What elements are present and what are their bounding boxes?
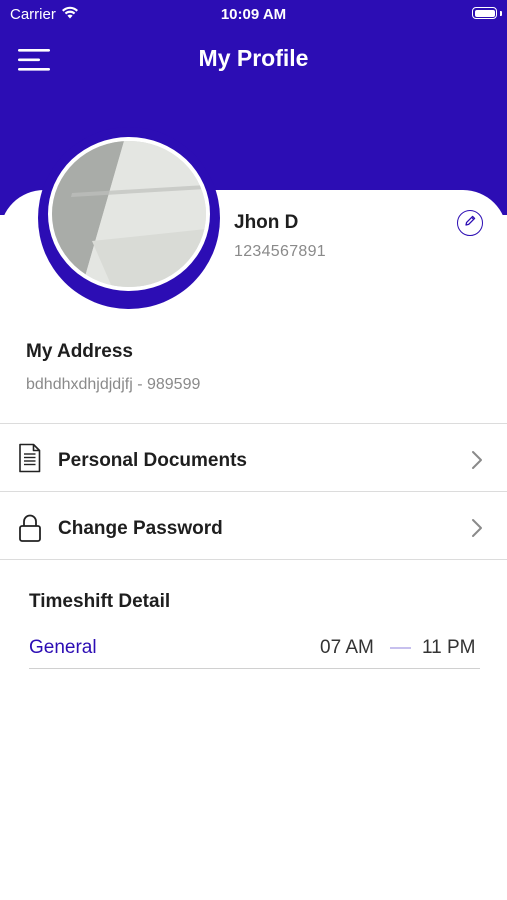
shift-time-separator xyxy=(390,647,411,649)
status-bar: Carrier 10:09 AM xyxy=(0,0,507,30)
user-phone: 1234567891 xyxy=(234,243,326,260)
timeshift-title: Timeshift Detail xyxy=(29,591,171,612)
profile-screen: Carrier 10:09 AM My Profile Jhon D 12345… xyxy=(0,0,507,900)
chevron-right-icon xyxy=(471,518,483,538)
edit-profile-button[interactable] xyxy=(457,210,483,236)
avatar[interactable] xyxy=(48,137,210,291)
personal-documents-label: Personal Documents xyxy=(58,450,247,471)
page-title: My Profile xyxy=(198,45,309,71)
address-title: My Address xyxy=(26,341,133,362)
pencil-icon xyxy=(463,214,477,233)
shift-start-time: 07 AM xyxy=(320,637,374,658)
change-password-row[interactable]: Change Password xyxy=(0,492,507,560)
change-password-label: Change Password xyxy=(58,518,223,539)
battery-icon xyxy=(472,7,497,19)
shift-name: General xyxy=(29,637,97,658)
shift-end-time: 11 PM xyxy=(422,637,476,658)
divider xyxy=(0,559,507,560)
lock-icon xyxy=(18,513,42,543)
battery-cap xyxy=(500,11,502,16)
shift-underline xyxy=(29,668,480,669)
address-value: bdhdhxdhjdjdjfj - 989599 xyxy=(26,376,201,393)
battery-fill xyxy=(474,9,495,17)
status-time: 10:09 AM xyxy=(220,6,287,23)
document-icon xyxy=(18,443,42,473)
personal-documents-row[interactable]: Personal Documents xyxy=(0,424,507,492)
user-name: Jhon D xyxy=(234,212,299,233)
chevron-right-icon xyxy=(471,450,483,470)
